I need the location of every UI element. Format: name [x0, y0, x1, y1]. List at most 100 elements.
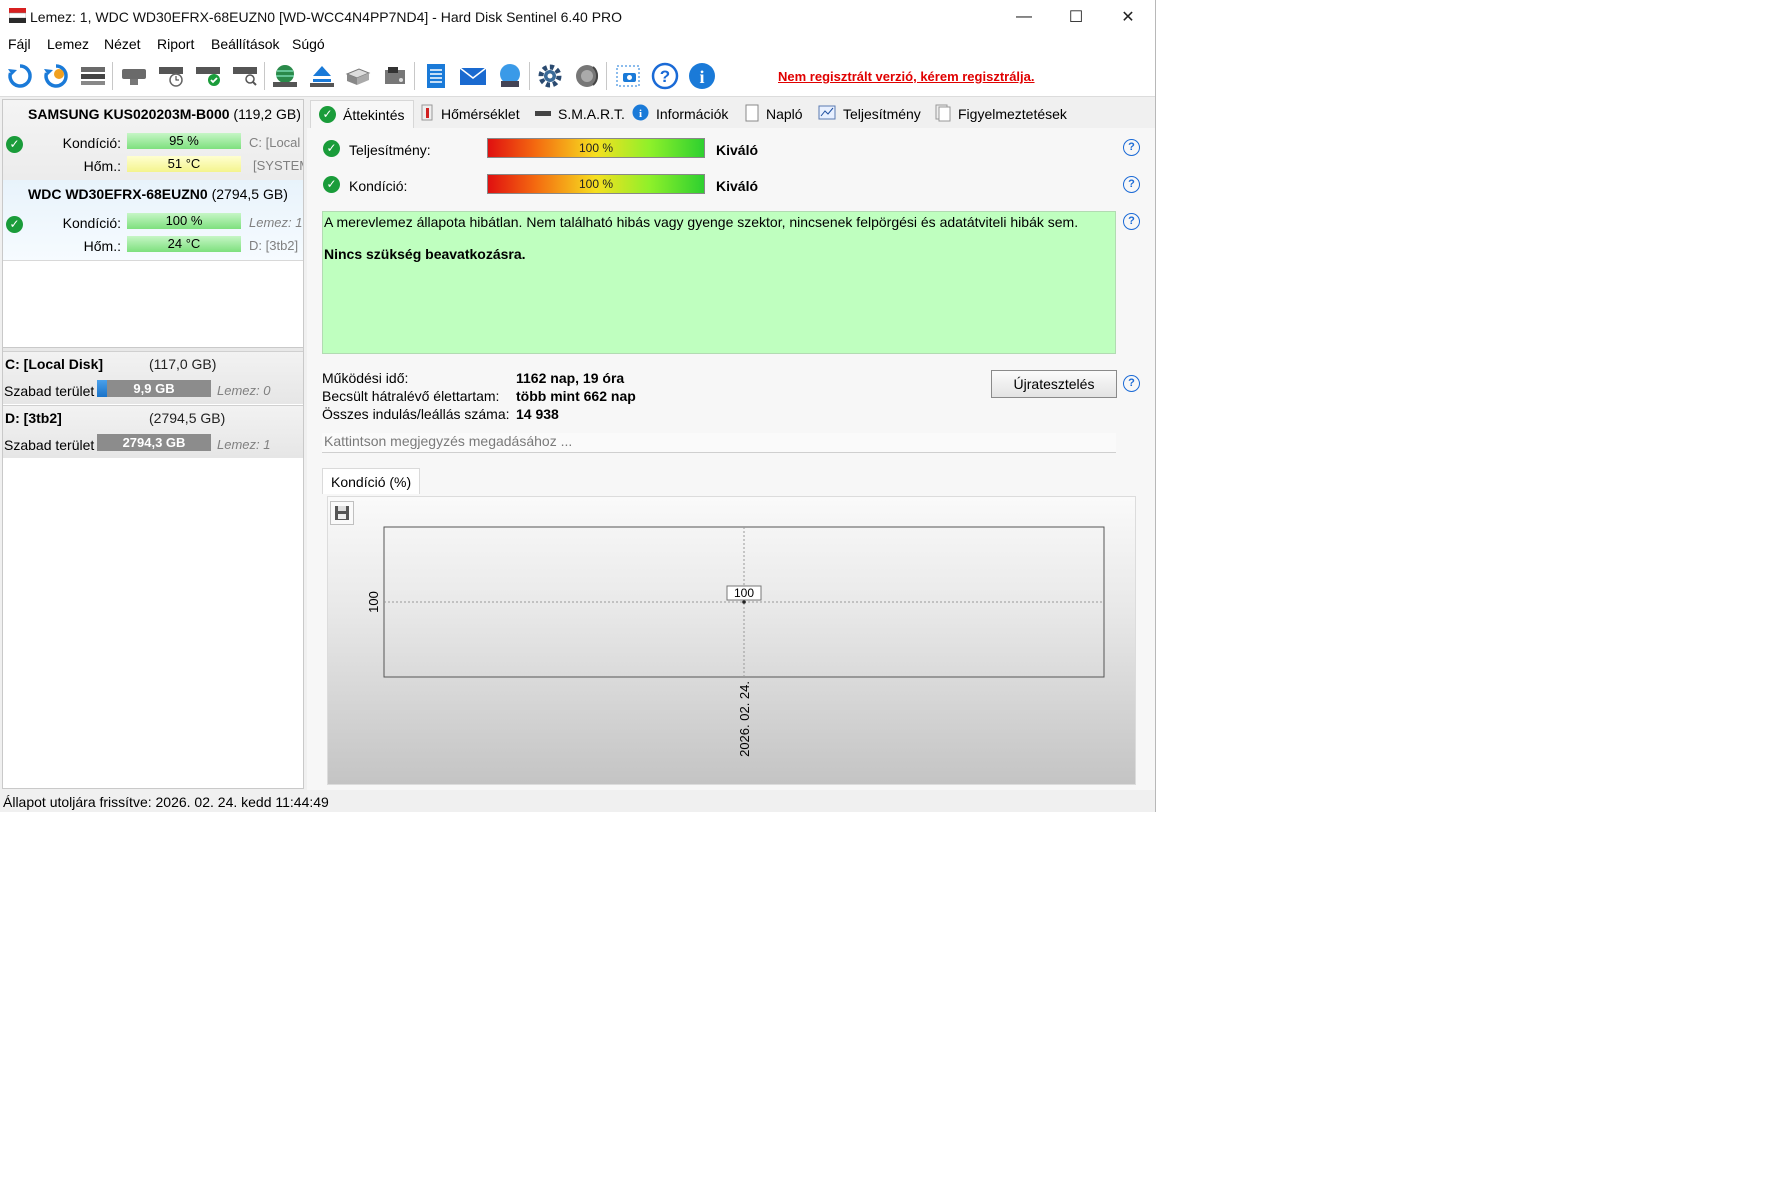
- disk-schedule-icon[interactable]: [156, 61, 186, 91]
- tab-smart[interactable]: S.M.A.R.T.: [535, 100, 625, 128]
- menu-help[interactable]: Súgó: [292, 36, 325, 52]
- sound-icon[interactable]: [572, 61, 602, 91]
- svg-text:i: i: [699, 67, 704, 87]
- condition-chart-area: 100 100 2026. 02. 24.: [327, 496, 1136, 785]
- start-stop-value: 14 938: [516, 406, 559, 422]
- data-label: 100: [734, 586, 754, 600]
- condition-label: Kondíció:: [62, 135, 121, 151]
- uptime-value: 1162 nap, 19 óra: [516, 370, 625, 386]
- condition-bar: 100 %: [127, 213, 241, 229]
- help-icon[interactable]: ?: [1123, 213, 1140, 230]
- volume-item-c[interactable]: C: [Local Disk] (117,0 GB) Szabad terüle…: [3, 351, 303, 404]
- tab-overview[interactable]: ✓ Áttekintés: [310, 100, 414, 128]
- tab-alerts[interactable]: Figyelmeztetések: [935, 100, 1067, 128]
- temp-bar: 51 °C: [127, 156, 241, 172]
- free-space-bar: 2794,3 GB: [97, 434, 211, 451]
- thermometer-icon: [420, 104, 434, 125]
- menu-disk[interactable]: Lemez: [47, 36, 89, 52]
- disk-number: Lemez: 1: [249, 215, 303, 230]
- minimize-button[interactable]: —: [998, 0, 1050, 34]
- drives-icon[interactable]: [343, 61, 373, 91]
- drive-letter: C: [Local: [249, 135, 301, 150]
- condition-ok-icon: ✓: [323, 176, 340, 193]
- disk-item-samsung[interactable]: SAMSUNG KUS020203M-B000 (119,2 GB) L ✓ K…: [3, 100, 303, 180]
- free-space-bar: 9,9 GB: [97, 380, 211, 397]
- volume-size: (117,0 GB): [149, 356, 217, 372]
- refresh-icon[interactable]: [5, 61, 35, 91]
- disk-ok-icon[interactable]: [193, 61, 223, 91]
- info-icon: i: [632, 104, 649, 124]
- menu-settings[interactable]: Beállítások: [211, 36, 279, 52]
- start-stop-label: Összes indulás/leállás száma:: [322, 406, 510, 422]
- report-icon[interactable]: [421, 61, 451, 91]
- settings-icon[interactable]: [535, 61, 565, 91]
- free-space-label: Szabad terület: [4, 383, 95, 399]
- retest-button[interactable]: Újratesztelés: [991, 370, 1117, 398]
- network-icon[interactable]: [495, 61, 525, 91]
- info-icon[interactable]: i: [687, 61, 717, 91]
- eject-icon[interactable]: [307, 61, 337, 91]
- tab-log[interactable]: Napló: [745, 100, 803, 128]
- tab-information[interactable]: i Információk: [632, 100, 728, 128]
- drive-label: [SYSTEM: [253, 158, 303, 173]
- condition-bar: 100 %: [487, 174, 705, 194]
- volume-item-d[interactable]: D: [3tb2] (2794,5 GB) Szabad terület 279…: [3, 405, 303, 458]
- tab-temperature[interactable]: Hőmérséklet: [420, 100, 520, 128]
- menu-file[interactable]: Fájl: [8, 36, 31, 52]
- performance-label: Teljesítmény:: [349, 142, 431, 158]
- performance-rating: Kiváló: [716, 142, 759, 158]
- help-icon[interactable]: ?: [1123, 375, 1140, 392]
- status-message-box: A merevlemez állapota hibátlan. Nem talá…: [322, 211, 1116, 354]
- drive-icon[interactable]: [380, 61, 410, 91]
- help-icon[interactable]: ?: [1123, 176, 1140, 193]
- disk-name: SAMSUNG KUS020203M-B000 (119,2 GB) L: [28, 106, 301, 122]
- disk-search-icon[interactable]: [230, 61, 260, 91]
- temp-label: Hőm.:: [83, 158, 121, 174]
- help-icon[interactable]: ?: [650, 61, 680, 91]
- menu-report[interactable]: Riport: [157, 36, 194, 52]
- close-button[interactable]: ✕: [1102, 0, 1154, 34]
- volume-disk: Lemez: 0: [217, 383, 271, 398]
- x-tick-label: 2026. 02. 24.: [737, 681, 752, 757]
- disk-icon: [535, 106, 551, 122]
- documents-icon: [935, 104, 951, 125]
- drive-letter: D: [3tb2]: [249, 238, 299, 253]
- mail-icon[interactable]: [458, 61, 488, 91]
- chart-tab-condition[interactable]: Kondíció (%): [322, 468, 420, 494]
- condition-chart: 100 100 2026. 02. 24.: [366, 526, 1105, 757]
- disk-item-wdc[interactable]: WDC WD30EFRX-68EUZN0 (2794,5 GB) ✓ Kondí…: [3, 180, 303, 260]
- performance-ok-icon: ✓: [323, 140, 340, 157]
- screenshot-icon[interactable]: [613, 61, 643, 91]
- svg-text:?: ?: [660, 67, 670, 86]
- disk-list-icon[interactable]: [78, 61, 108, 91]
- temp-bar: 24 °C: [127, 236, 241, 252]
- condition-rating: Kiváló: [716, 178, 759, 194]
- disk-icon[interactable]: [119, 61, 149, 91]
- refresh-all-icon[interactable]: [41, 61, 71, 91]
- menu-bar: Fájl Lemez Nézet Riport Beállítások Súgó: [0, 34, 1155, 56]
- volume-name: D: [3tb2]: [5, 410, 62, 426]
- overview-panel: ✓ Teljesítmény: 100 % Kiváló ? ✓ Kondíci…: [307, 128, 1155, 790]
- condition-label: Kondíció:: [62, 215, 121, 231]
- register-link[interactable]: Nem regisztrált verzió, kérem regisztrál…: [778, 69, 1035, 84]
- app-logo-icon: [9, 8, 26, 23]
- maximize-button[interactable]: ☐: [1050, 0, 1102, 34]
- status-ok-icon: ✓: [6, 136, 23, 153]
- document-icon: [745, 104, 759, 125]
- volume-disk: Lemez: 1: [217, 437, 271, 452]
- note-input[interactable]: Kattintson megjegyzés megadásához ...: [322, 433, 1116, 453]
- chart-icon: [818, 105, 836, 123]
- web-icon[interactable]: [270, 61, 300, 91]
- disk-list-panel: SAMSUNG KUS020203M-B000 (119,2 GB) L ✓ K…: [2, 99, 304, 789]
- disk-name: WDC WD30EFRX-68EUZN0 (2794,5 GB): [28, 186, 288, 202]
- last-refresh-text: Állapot utoljára frissítve: 2026. 02. 24…: [3, 794, 329, 810]
- menu-view[interactable]: Nézet: [104, 36, 141, 52]
- tab-performance[interactable]: Teljesítmény: [818, 100, 921, 128]
- tab-bar: ✓ Áttekintés Hőmérséklet S.M.A.R.T. i Info…: [307, 100, 1155, 128]
- condition-label: Kondíció:: [349, 178, 408, 194]
- help-icon[interactable]: ?: [1123, 139, 1140, 156]
- remaining-life-value: több mint 662 nap: [516, 388, 636, 404]
- performance-bar: 100 %: [487, 138, 705, 158]
- status-recommendation: Nincs szükség beavatkozásra.: [324, 246, 526, 262]
- status-ok-icon: ✓: [6, 216, 23, 233]
